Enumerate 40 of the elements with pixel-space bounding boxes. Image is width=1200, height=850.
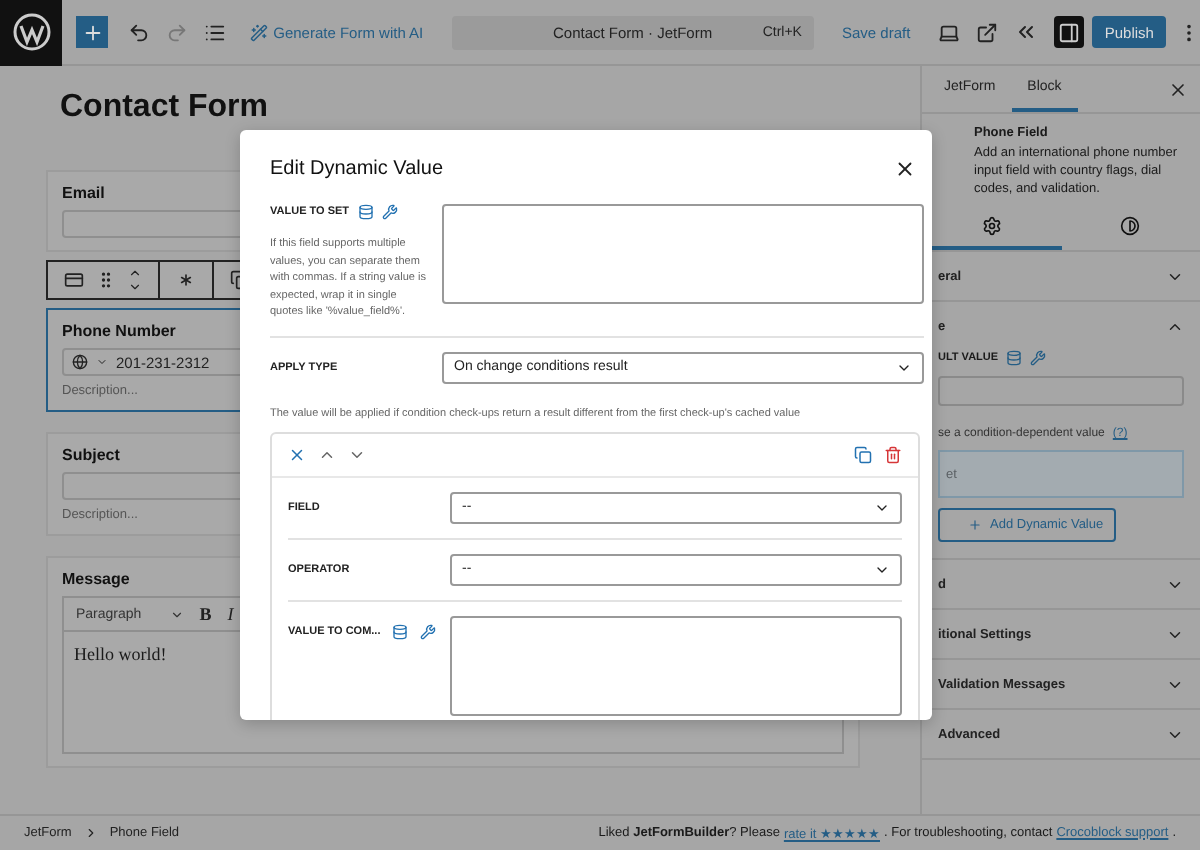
double-chevron-icon[interactable]	[1014, 20, 1039, 44]
italic-button[interactable]: I	[227, 604, 234, 624]
globe-icon	[72, 354, 88, 370]
undo-icon[interactable]	[127, 21, 150, 43]
database-icon[interactable]	[1006, 350, 1023, 367]
contrast-icon	[1120, 216, 1141, 237]
wand-icon	[249, 23, 268, 41]
field-label: Phone Number	[62, 322, 176, 340]
dialog-title: Edit Dynamic Value	[270, 158, 444, 180]
default-value-field[interactable]	[938, 376, 1184, 407]
caret-icon	[96, 356, 108, 368]
plus-icon	[81, 21, 103, 43]
close-icon[interactable]	[894, 158, 916, 180]
external-link-icon[interactable]	[976, 21, 999, 43]
sidebar-icon	[1058, 21, 1081, 43]
database-icon[interactable]	[357, 204, 374, 220]
wordpress-logo[interactable]	[0, 0, 63, 65]
wrench-icon[interactable]	[420, 623, 437, 640]
card-icon[interactable]	[64, 270, 84, 290]
field-label: Subject	[62, 446, 120, 464]
form-title: Contact Form	[60, 90, 270, 126]
laptop-icon[interactable]	[938, 21, 961, 43]
plus-icon	[968, 518, 982, 533]
sidebar-toggle-button[interactable]	[1054, 16, 1085, 48]
field-label: Email	[62, 184, 105, 202]
database-icon[interactable]	[392, 623, 409, 640]
trash-icon[interactable]	[884, 445, 902, 464]
add-block-button[interactable]	[76, 16, 108, 48]
bold-button[interactable]: B	[199, 604, 212, 624]
copy-icon[interactable]	[854, 445, 872, 464]
wrench-icon[interactable]	[1030, 350, 1047, 367]
compare-value-input[interactable]	[450, 615, 902, 716]
drag-handle-icon[interactable]	[96, 270, 116, 290]
field-label: Message	[62, 570, 130, 588]
value-input[interactable]	[442, 204, 924, 304]
gear-icon	[981, 216, 1002, 237]
wrench-icon[interactable]	[381, 204, 398, 220]
caret-icon	[169, 607, 184, 621]
asterisk-icon[interactable]	[176, 270, 196, 290]
chevron-right-icon	[83, 826, 98, 840]
